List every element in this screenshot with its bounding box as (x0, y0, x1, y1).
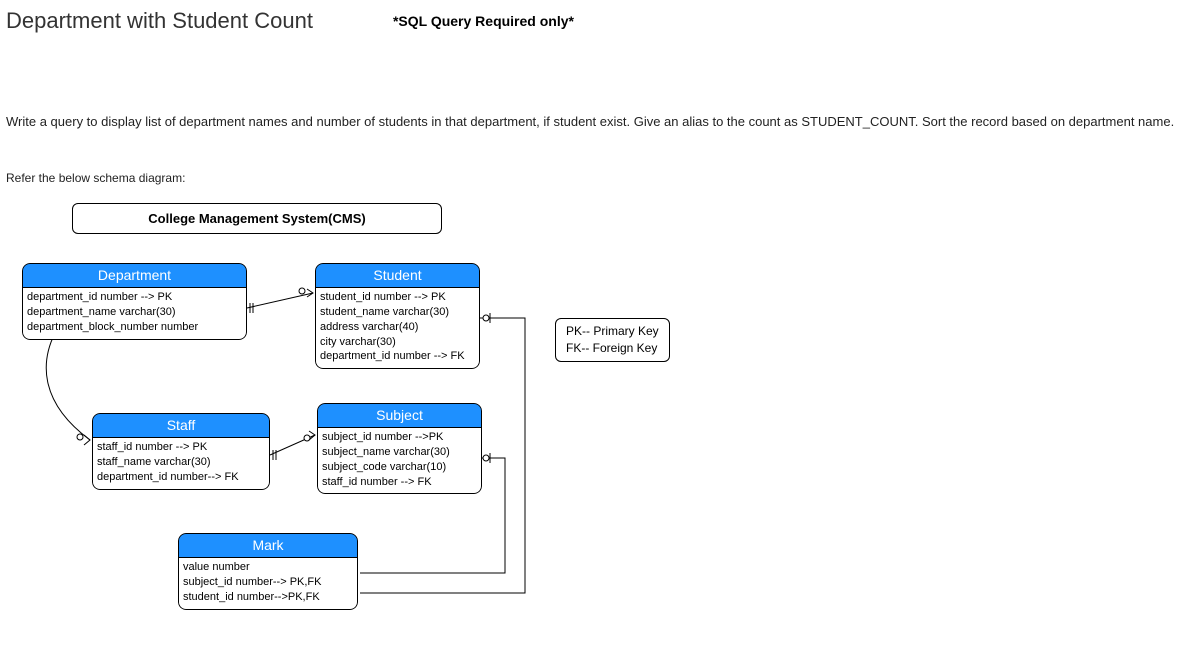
entity-column: subject_name varchar(30) (322, 445, 477, 460)
entity-column: department_id number--> FK (97, 470, 265, 485)
entity-header: Mark (178, 533, 358, 558)
entity-column: value number (183, 560, 353, 575)
legend-pk: PK-- Primary Key (566, 323, 659, 340)
entity-column: subject_id number -->PK (322, 430, 477, 445)
entity-header: Department (22, 263, 247, 288)
entity-column: department_id number --> FK (320, 349, 475, 364)
entity-header: Subject (317, 403, 482, 428)
refer-text: Refer the below schema diagram: (0, 171, 1200, 185)
entity-column: subject_id number--> PK,FK (183, 575, 353, 590)
page-title: Department with Student Count (6, 8, 313, 34)
system-title: College Management System(CMS) (72, 203, 442, 234)
entity-column: department_id number --> PK (27, 290, 242, 305)
legend-box: PK-- Primary Key FK-- Foreign Key (555, 318, 670, 362)
entity-column: staff_id number --> FK (322, 475, 477, 490)
schema-diagram: College Management System(CMS) Departmen… (0, 203, 700, 623)
entity-column: student_id number --> PK (320, 290, 475, 305)
entity-column: city varchar(30) (320, 335, 475, 350)
entity-body: staff_id number --> PK staff_name varcha… (92, 438, 270, 490)
entity-column: department_name varchar(30) (27, 305, 242, 320)
entity-body: student_id number --> PK student_name va… (315, 288, 480, 369)
legend-fk: FK-- Foreign Key (566, 340, 659, 357)
page-subtitle: *SQL Query Required only* (393, 13, 574, 29)
entity-column: staff_id number --> PK (97, 440, 265, 455)
entity-column: department_block_number number (27, 320, 242, 335)
entity-body: subject_id number -->PK subject_name var… (317, 428, 482, 494)
entity-header: Staff (92, 413, 270, 438)
entity-student: Student student_id number --> PK student… (315, 263, 480, 369)
heading-row: Department with Student Count *SQL Query… (0, 0, 1200, 34)
entity-column: address varchar(40) (320, 320, 475, 335)
entity-header: Student (315, 263, 480, 288)
question-text: Write a query to display list of departm… (0, 114, 1200, 129)
entity-column: student_name varchar(30) (320, 305, 475, 320)
entity-staff: Staff staff_id number --> PK staff_name … (92, 413, 270, 490)
entity-body: value number subject_id number--> PK,FK … (178, 558, 358, 610)
entity-department: Department department_id number --> PK d… (22, 263, 247, 340)
entity-mark: Mark value number subject_id number--> P… (178, 533, 358, 610)
entity-body: department_id number --> PK department_n… (22, 288, 247, 340)
entity-column: student_id number-->PK,FK (183, 590, 353, 605)
entity-column: staff_name varchar(30) (97, 455, 265, 470)
entity-column: subject_code varchar(10) (322, 460, 477, 475)
entity-subject: Subject subject_id number -->PK subject_… (317, 403, 482, 494)
